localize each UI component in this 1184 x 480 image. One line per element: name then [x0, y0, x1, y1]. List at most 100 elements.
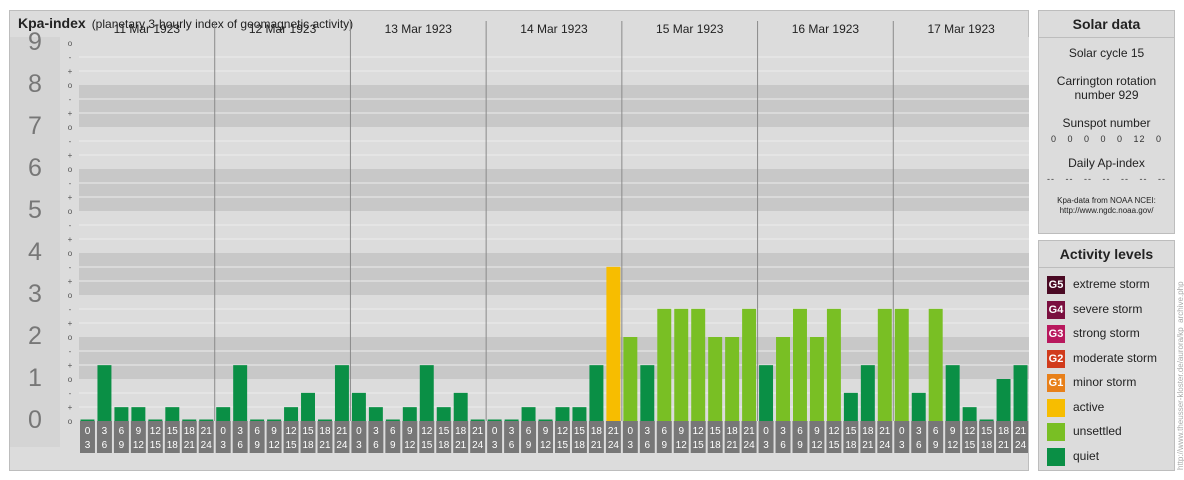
- activity-level-moderate-storm: G2 moderate storm: [1047, 349, 1175, 369]
- interval-end-label: 15: [964, 440, 976, 451]
- interval-start-label: 3: [780, 426, 786, 437]
- interval-start-label: 12: [693, 426, 705, 437]
- y-band: [79, 169, 1029, 211]
- solar-cycle: Solar cycle 15: [1068, 46, 1145, 60]
- y-minor-tick-label: o: [68, 165, 73, 174]
- interval-start-label: 21: [336, 426, 348, 437]
- source-link[interactable]: http://www.ngdc.noaa.gov/: [1039, 206, 1174, 216]
- interval-start-label: 0: [492, 426, 498, 437]
- kpa-chart: 0123456789o+-o+-o+-o+-o+-o+-o+-o+-o+-o11…: [10, 21, 1029, 453]
- kpa-bar: [419, 365, 434, 421]
- y-minor-tick-label: +: [68, 193, 73, 202]
- interval-end-label: 9: [661, 440, 667, 451]
- interval-start-label: 0: [899, 426, 905, 437]
- interval-start-label: 12: [421, 426, 433, 437]
- kpa-bar: [809, 337, 824, 421]
- interval-start-label: 9: [271, 426, 277, 437]
- y-minor-tick-label: +: [68, 277, 73, 286]
- interval-start-label: 9: [543, 426, 549, 437]
- kpa-bar: [759, 365, 774, 421]
- y-tick-label: 2: [28, 322, 42, 350]
- interval-end-label: 21: [998, 440, 1010, 451]
- solar-data-panel: Solar data Solar cycle 15 Carrington rot…: [1038, 10, 1175, 234]
- interval-end-label: 18: [981, 440, 993, 451]
- y-minor-tick-label: o: [68, 81, 73, 90]
- interval-end-label: 6: [373, 440, 379, 451]
- interval-end-label: 24: [1015, 440, 1027, 451]
- day-label: 14 Mar 1923: [520, 22, 588, 36]
- interval-end-label: 12: [133, 440, 145, 451]
- interval-end-label: 3: [628, 440, 634, 451]
- kpa-bar: [334, 365, 349, 421]
- y-minor-tick-label: o: [68, 123, 73, 132]
- interval-end-label: 9: [119, 440, 125, 451]
- kpa-bar: [640, 365, 655, 421]
- kpa-bar: [250, 419, 265, 421]
- interval-end-label: 3: [85, 440, 91, 451]
- kpa-bar: [1013, 365, 1028, 421]
- kpa-bar: [165, 407, 180, 421]
- y-minor-tick-label: +: [68, 361, 73, 370]
- interval-start-label: 3: [237, 426, 243, 437]
- kpa-bar: [470, 419, 485, 421]
- kpa-bar: [301, 392, 315, 421]
- interval-end-label: 18: [302, 440, 314, 451]
- interval-end-label: 12: [676, 440, 688, 451]
- interval-end-label: 18: [438, 440, 450, 451]
- interval-start-label: 15: [302, 426, 314, 437]
- interval-end-label: 24: [879, 440, 891, 451]
- interval-start-label: 18: [591, 426, 603, 437]
- interval-start-label: 15: [438, 426, 450, 437]
- y-minor-tick-label: -: [69, 389, 72, 398]
- activity-label: moderate storm: [1073, 350, 1158, 365]
- kpa-bar: [351, 392, 366, 421]
- interval-end-label: 24: [608, 440, 620, 451]
- y-band: [79, 85, 1029, 127]
- interval-end-label: 24: [744, 440, 756, 451]
- kpa-bar: [708, 337, 723, 421]
- interval-start-label: 0: [628, 426, 634, 437]
- sunspot-values: 0 0 0 0 0 12 0: [1050, 134, 1163, 144]
- interval-end-label: 9: [390, 440, 396, 451]
- kpa-bar: [555, 407, 570, 421]
- interval-start-label: 21: [472, 426, 484, 437]
- interval-start-label: 15: [167, 426, 179, 437]
- kpa-bar: [267, 419, 282, 421]
- interval-end-label: 12: [269, 440, 281, 451]
- y-tick-label: 0: [28, 406, 42, 434]
- activity-swatch: [1047, 423, 1065, 441]
- interval-end-label: 3: [763, 440, 769, 451]
- ap-index-values: -- -- -- -- -- -- --: [1047, 174, 1166, 184]
- activity-label: minor storm: [1073, 375, 1137, 389]
- interval-start-label: 3: [509, 426, 515, 437]
- interval-end-label: 9: [797, 440, 803, 451]
- interval-end-label: 15: [150, 440, 162, 451]
- kpa-bar: [674, 308, 689, 421]
- activity-swatch: [1047, 398, 1065, 417]
- kpa-bar: [691, 308, 706, 421]
- y-tick-label: 8: [28, 70, 42, 98]
- activity-levels-panel: Activity levels G5 extreme storm G4 severe …: [1038, 240, 1175, 471]
- kpa-bar: [911, 392, 926, 421]
- interval-start-label: 15: [574, 426, 586, 437]
- interval-end-label: 12: [811, 440, 823, 451]
- sunspot-label: Sunspot number: [1062, 116, 1151, 130]
- kpa-bar: [284, 407, 299, 421]
- interval-start-label: 18: [455, 426, 467, 437]
- interval-end-label: 9: [526, 440, 532, 451]
- interval-start-label: 18: [727, 426, 739, 437]
- interval-end-label: 6: [102, 440, 108, 451]
- interval-start-label: 15: [981, 426, 993, 437]
- interval-end-label: 12: [947, 440, 959, 451]
- interval-end-label: 3: [899, 440, 905, 451]
- interval-end-label: 15: [557, 440, 569, 451]
- activity-label: quiet: [1073, 448, 1100, 463]
- y-tick-label: 6: [28, 154, 42, 182]
- interval-end-label: 18: [710, 440, 722, 451]
- interval-start-label: 6: [933, 426, 939, 437]
- day-label: 12 Mar 1923: [249, 22, 317, 36]
- interval-start-label: 12: [828, 426, 840, 437]
- interval-start-label: 0: [220, 426, 226, 437]
- interval-start-label: 0: [85, 426, 91, 437]
- y-minor-tick-label: -: [69, 53, 72, 62]
